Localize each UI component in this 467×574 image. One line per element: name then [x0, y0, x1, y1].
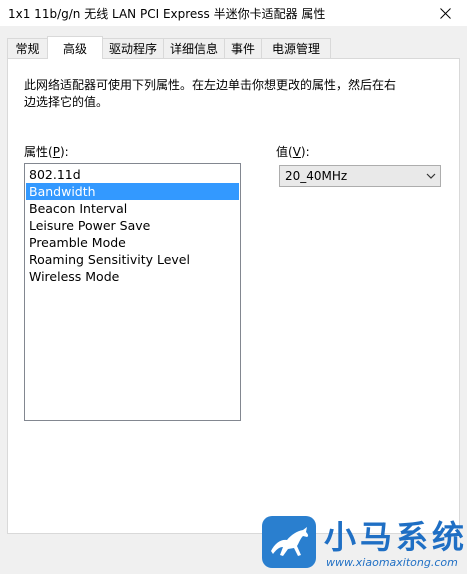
close-icon	[439, 7, 451, 19]
property-label: 属性(P):	[24, 145, 69, 159]
close-button[interactable]	[423, 0, 467, 26]
tab-advanced[interactable]: 高级	[47, 36, 103, 59]
chevron-down-icon	[426, 173, 436, 179]
tab-general[interactable]: 常规	[7, 38, 48, 58]
watermark: 小马系统 www.xiaomaxitong.com	[262, 512, 467, 574]
list-item[interactable]: Preamble Mode	[26, 234, 239, 251]
watermark-title: 小马系统	[324, 518, 467, 556]
tab-label: 驱动程序	[108, 42, 157, 56]
tab-details[interactable]: 详细信息	[163, 38, 225, 58]
value-label: 值(V):	[276, 145, 310, 159]
tab-label: 高级	[62, 41, 87, 56]
property-listbox[interactable]: 802.11d Bandwidth Beacon Interval Leisur…	[24, 163, 241, 421]
list-item[interactable]: 802.11d	[26, 166, 239, 183]
window-title: 1x1 11b/g/n 无线 LAN PCI Express 半迷你卡适配器 属…	[8, 7, 326, 21]
list-item[interactable]: Roaming Sensitivity Level	[26, 251, 239, 268]
tab-events[interactable]: 事件	[224, 38, 262, 58]
tab-label: 电源管理	[271, 42, 320, 56]
tab-label: 事件	[230, 42, 255, 56]
list-item[interactable]: Leisure Power Save	[26, 217, 239, 234]
tab-power-management[interactable]: 电源管理	[261, 38, 331, 58]
advanced-panel: 此网络适配器可使用下列属性。在左边单击你想更改的属性，然后在右边选择它的值。 属…	[7, 58, 460, 534]
horse-logo-icon	[262, 516, 316, 568]
tab-label: 详细信息	[169, 42, 218, 56]
list-item[interactable]: Wireless Mode	[26, 268, 239, 285]
watermark-url: www.xiaomaxitong.com	[326, 556, 458, 569]
list-item[interactable]: Beacon Interval	[26, 200, 239, 217]
dropdown-value: 20_40MHz	[285, 169, 348, 183]
tab-driver[interactable]: 驱动程序	[102, 38, 164, 58]
value-dropdown[interactable]: 20_40MHz	[279, 165, 441, 187]
list-item-selected[interactable]: Bandwidth	[26, 183, 239, 200]
title-bar: 1x1 11b/g/n 无线 LAN PCI Express 半迷你卡适配器 属…	[0, 0, 467, 26]
tab-label: 常规	[15, 42, 40, 56]
description-text: 此网络适配器可使用下列属性。在左边单击你想更改的属性，然后在右边选择它的值。	[24, 78, 397, 109]
